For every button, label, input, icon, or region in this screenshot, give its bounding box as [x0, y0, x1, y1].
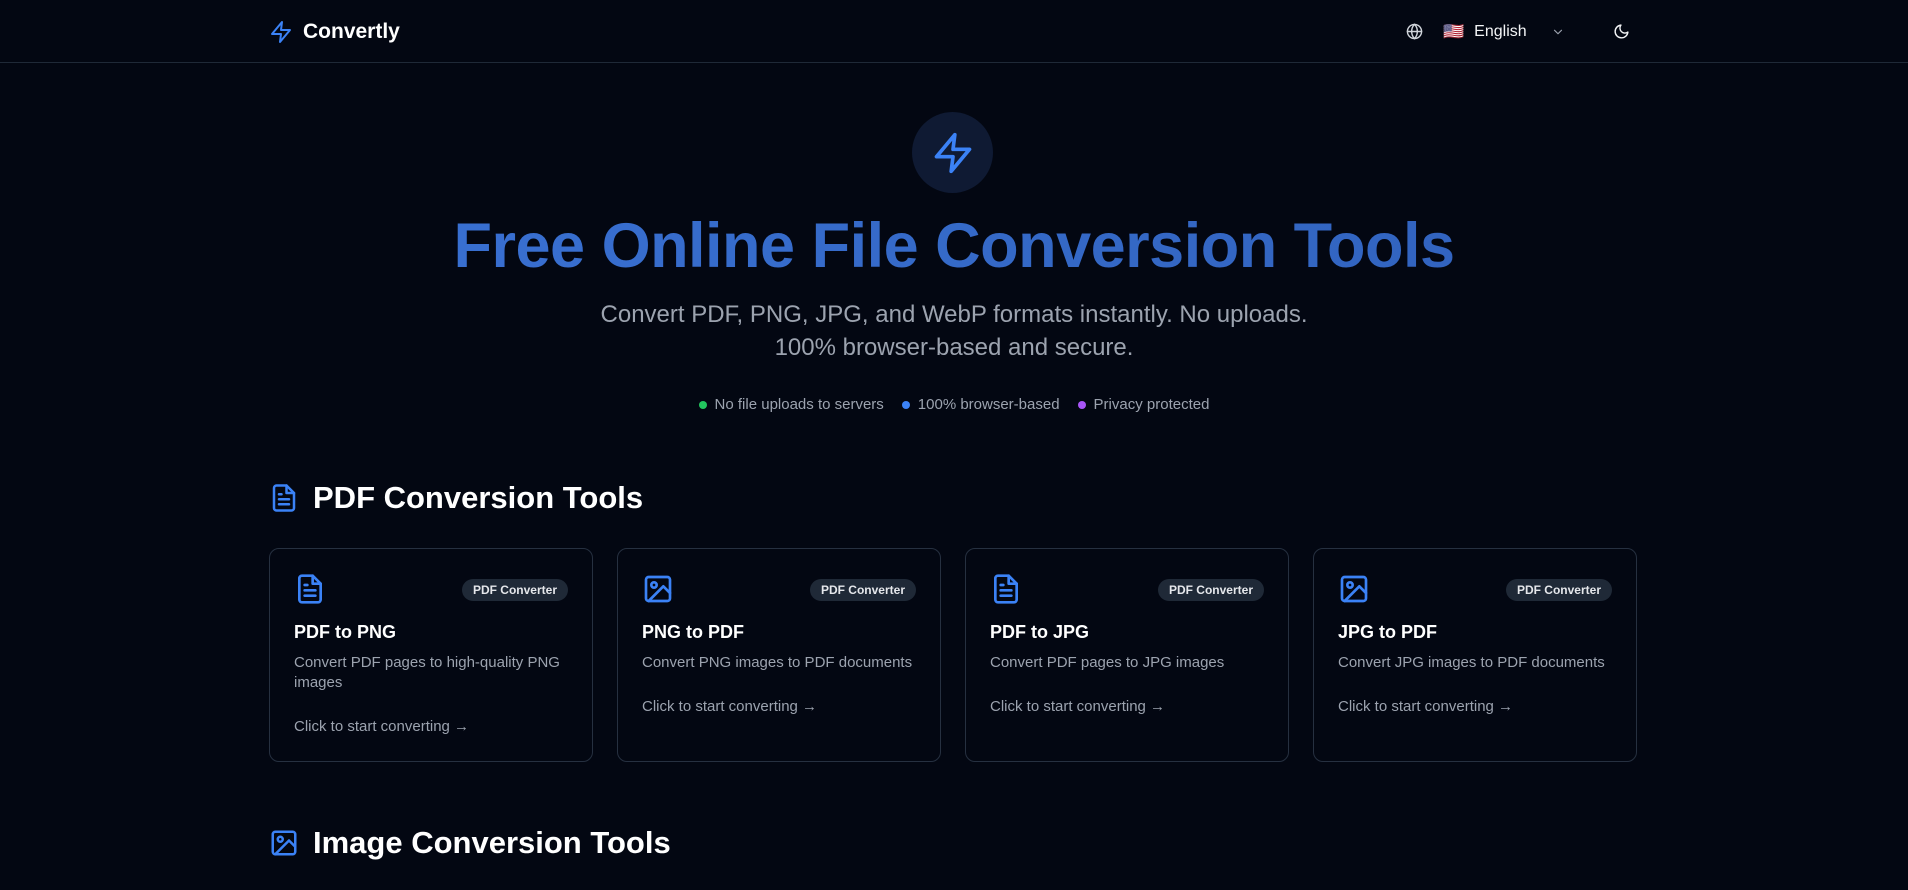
feature-item: No file uploads to servers [698, 396, 884, 413]
card-description: Convert JPG images to PDF documents [1338, 654, 1605, 671]
status-dot [698, 400, 707, 409]
brand-name: Convertly [303, 19, 400, 43]
status-dot [901, 400, 910, 409]
card-title: PDF to PNG [294, 622, 396, 642]
zap-icon [269, 20, 293, 44]
card-title: JPG to PDF [1338, 622, 1438, 642]
hero-subtitle-line: 100% browser-based and secure. [774, 334, 1134, 361]
pdf-tool-cards: PDF Converter PDF to PNG Convert PDF pag… [269, 548, 1637, 762]
us-flag-icon: 🇺🇸 [1443, 22, 1465, 41]
chevron-down-icon [1551, 25, 1565, 39]
tool-card-pdf-to-png[interactable]: PDF Converter PDF to PNG Convert PDF pag… [269, 548, 593, 762]
feature-list: No file uploads to servers 100% browser-… [0, 396, 1908, 413]
category-badge: PDF Converter [809, 579, 916, 601]
section-title: Image Conversion Tools [313, 825, 671, 860]
file-text-icon [269, 483, 299, 513]
status-dot [1077, 400, 1086, 409]
feature-label: Privacy protected [1093, 396, 1210, 413]
card-cta[interactable]: Click to start converting → [642, 698, 817, 715]
zap-icon [931, 131, 975, 175]
feature-item: 100% browser-based [901, 396, 1060, 413]
category-badge: PDF Converter [1505, 579, 1612, 601]
globe-icon [1406, 23, 1423, 40]
card-title: PDF to JPG [990, 622, 1090, 642]
language-selector[interactable]: 🇺🇸 English [1443, 23, 1565, 41]
section-title: PDF Conversion Tools [313, 480, 644, 515]
header-controls: 🇺🇸 English [1406, 18, 1630, 45]
tool-card-jpg-to-pdf[interactable]: PDF Converter JPG to PDF Convert JPG ima… [1313, 548, 1637, 762]
hero-icon-badge [912, 112, 993, 193]
card-description: Convert PNG images to PDF documents [642, 654, 913, 671]
pdf-section-header: PDF Conversion Tools [269, 480, 643, 516]
hero-subtitle-line: Convert PDF, PNG, JPG, and WebP formats … [600, 301, 1308, 328]
hero-title: Free Online File Conversion Tools [0, 210, 1908, 282]
brand-logo[interactable]: Convertly [269, 18, 400, 45]
card-cta[interactable]: Click to start converting → [294, 718, 469, 735]
file-text-icon [990, 573, 1022, 605]
category-badge: PDF Converter [1157, 579, 1264, 601]
feature-label: No file uploads to servers [714, 396, 884, 413]
language-label: English [1474, 22, 1527, 40]
file-text-icon [294, 573, 326, 605]
tool-card-pdf-to-jpg[interactable]: PDF Converter PDF to JPG Convert PDF pag… [965, 548, 1289, 762]
feature-label: 100% browser-based [917, 396, 1060, 413]
image-icon [642, 573, 674, 605]
category-badge: PDF Converter [461, 579, 568, 601]
image-icon [269, 828, 299, 858]
moon-icon [1613, 23, 1630, 40]
tool-card-png-to-pdf[interactable]: PDF Converter PNG to PDF Convert PNG ima… [617, 548, 941, 762]
hero-subtitle: Convert PDF, PNG, JPG, and WebP formats … [454, 298, 1454, 364]
card-cta[interactable]: Click to start converting → [990, 698, 1165, 715]
theme-toggle-button[interactable] [1613, 23, 1630, 40]
card-description: Convert PDF pages to JPG images [990, 654, 1225, 671]
card-cta[interactable]: Click to start converting → [1338, 698, 1513, 715]
image-icon [1338, 573, 1370, 605]
card-title: PNG to PDF [642, 622, 744, 642]
card-description: Convert PDF pages to high-quality PNG im… [294, 654, 560, 691]
feature-item: Privacy protected [1077, 396, 1210, 413]
image-section-header: Image Conversion Tools [269, 825, 671, 861]
top-nav: Convertly 🇺🇸 English [0, 0, 1908, 63]
